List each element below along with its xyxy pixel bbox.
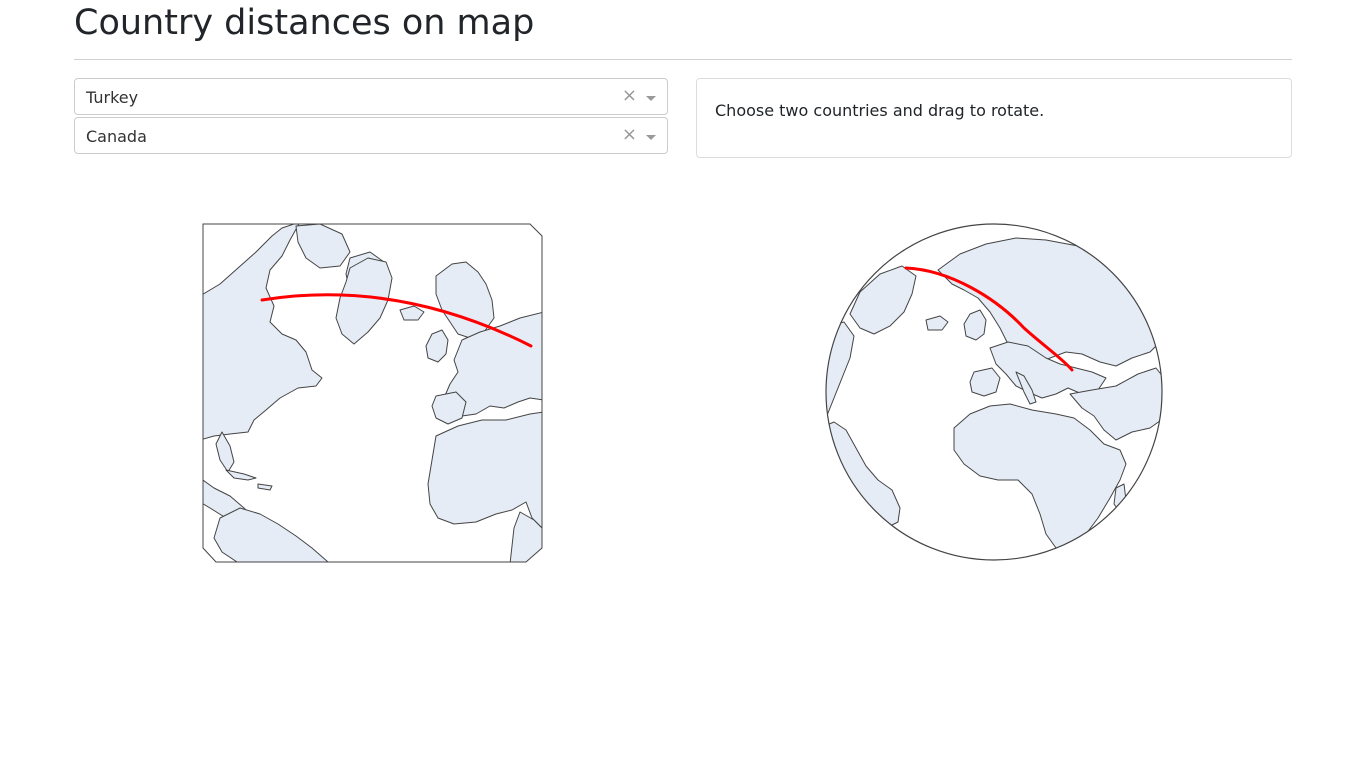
page-title: Country distances on map	[74, 3, 535, 43]
globe-map[interactable]	[820, 218, 1168, 566]
flat-map[interactable]	[200, 222, 544, 564]
country-select-2-value: Canada	[86, 127, 147, 146]
info-panel: Choose two countries and drag to rotate.	[696, 78, 1292, 158]
flat-map-svg[interactable]	[200, 222, 544, 564]
globe-map-svg[interactable]	[820, 218, 1168, 566]
country-select-2[interactable]: Canada ×	[74, 117, 668, 154]
info-text: Choose two countries and drag to rotate.	[715, 101, 1045, 120]
caret-down-icon[interactable]	[646, 135, 656, 140]
country-select-1-value: Turkey	[86, 88, 139, 107]
country-select-1[interactable]: Turkey ×	[74, 78, 668, 115]
caret-down-icon[interactable]	[646, 96, 656, 101]
iberia	[969, 367, 1001, 397]
clear-icon[interactable]: ×	[622, 126, 637, 144]
title-divider	[74, 59, 1292, 60]
clear-icon[interactable]: ×	[622, 87, 637, 105]
